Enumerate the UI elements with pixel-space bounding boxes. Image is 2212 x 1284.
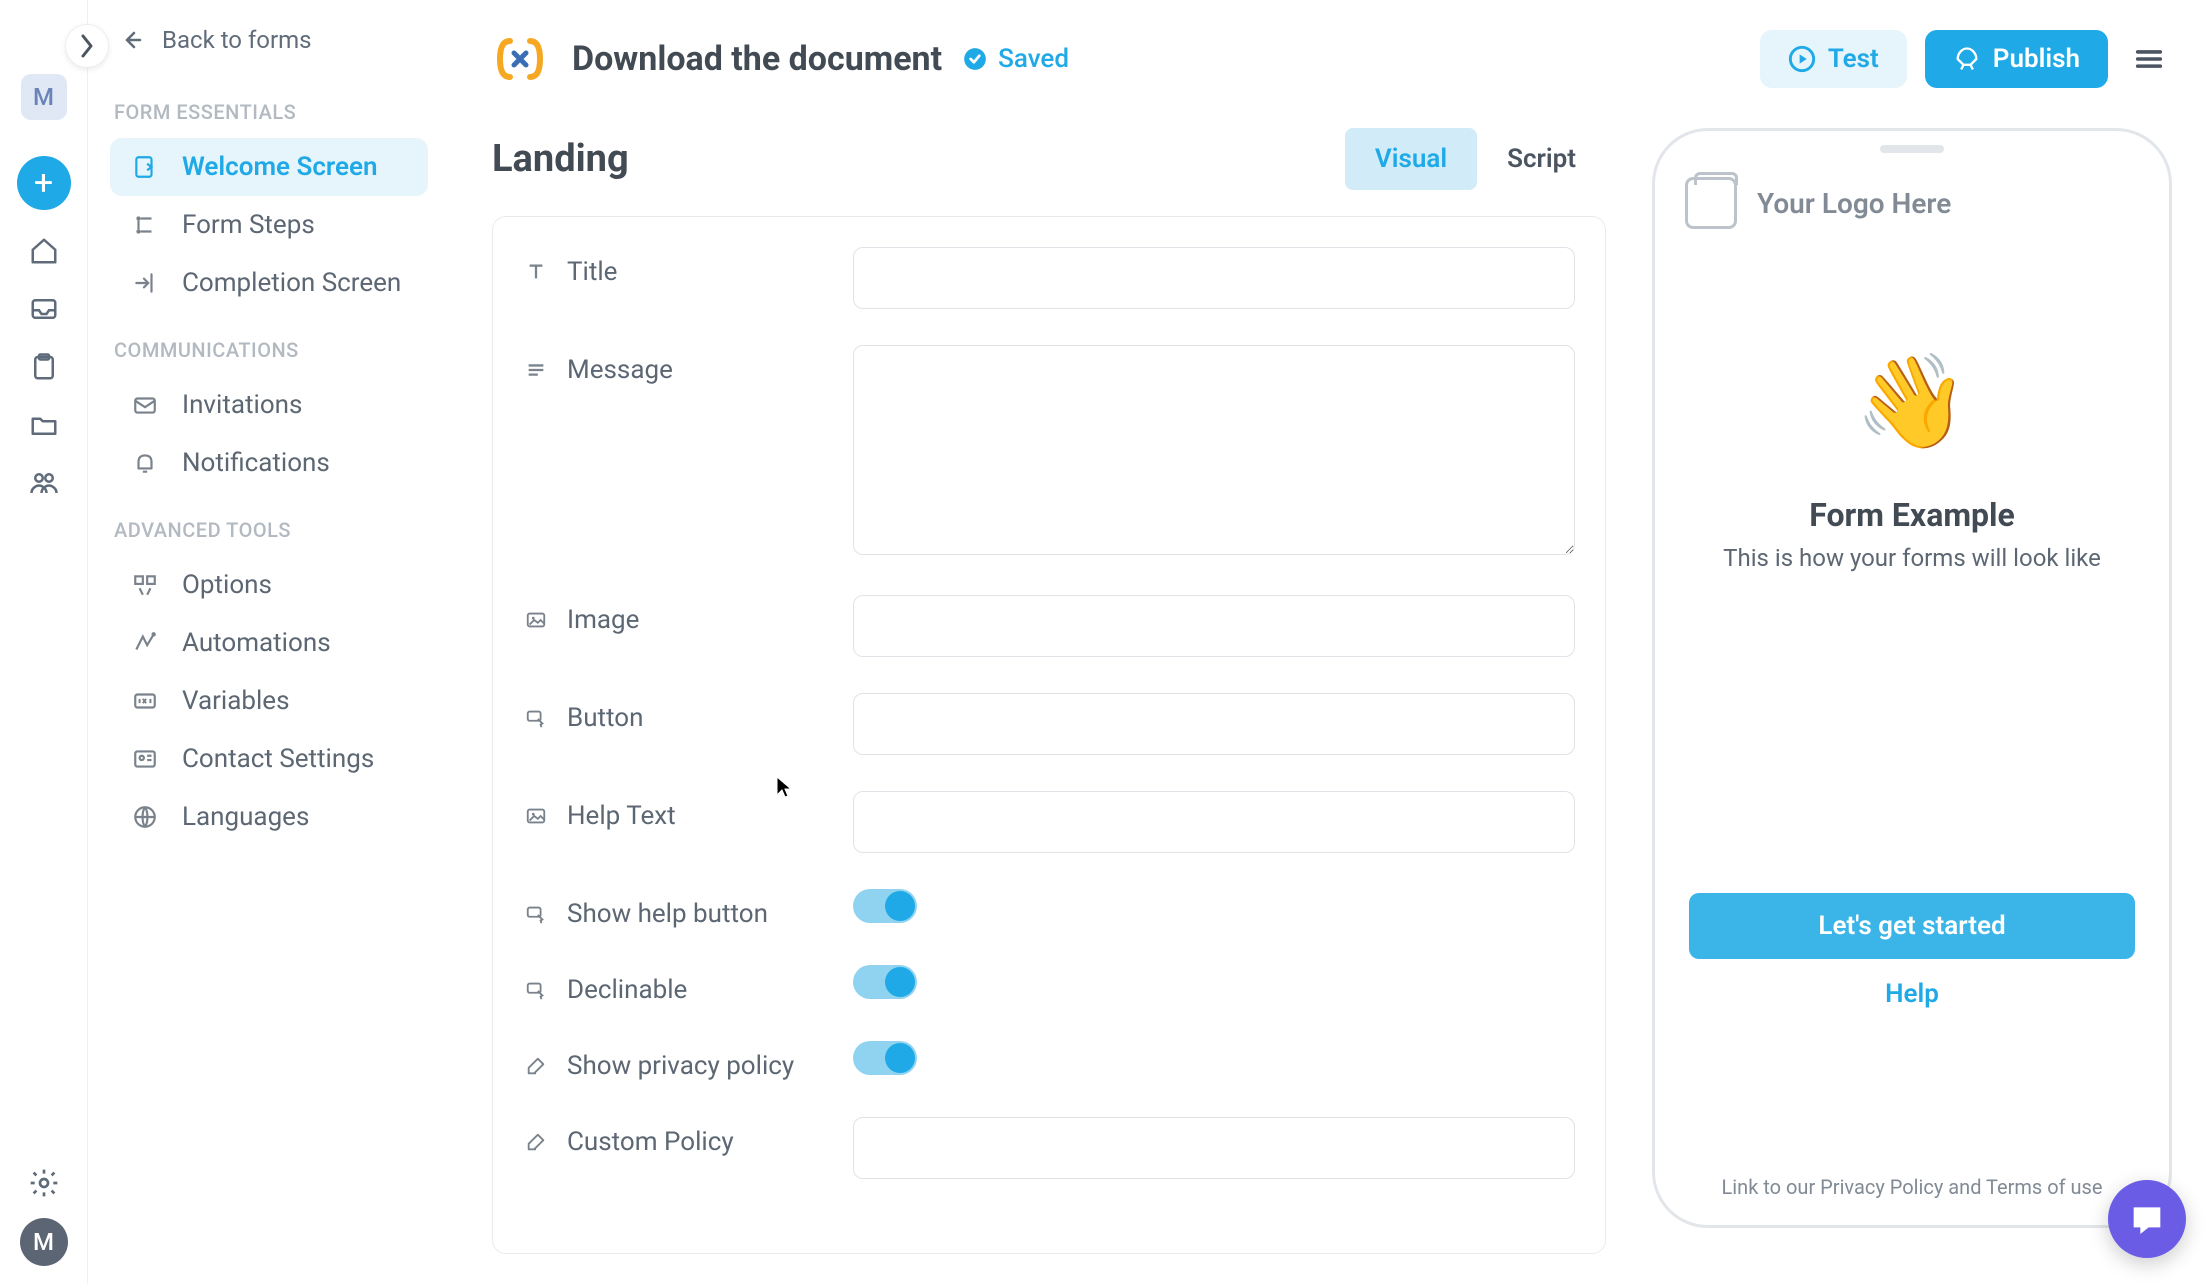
users-icon[interactable] <box>27 466 61 500</box>
chat-bubble-button[interactable] <box>2108 1180 2186 1258</box>
topbar: Download the document Saved Test Publish <box>448 0 2212 108</box>
workspace-avatar[interactable]: M <box>21 74 67 120</box>
options-icon <box>130 570 160 600</box>
field-label-show-help: Show help button <box>523 889 853 929</box>
logo-placeholder-icon <box>1685 177 1737 229</box>
section-title: ADVANCED TOOLS <box>114 518 428 542</box>
tab-visual[interactable]: Visual <box>1345 128 1477 190</box>
left-rail: M + M <box>0 0 88 1284</box>
check-circle-icon <box>962 46 988 72</box>
preview-help-link[interactable]: Help <box>1685 979 2139 1009</box>
declinable-toggle[interactable] <box>853 965 917 999</box>
image-input[interactable] <box>853 595 1575 657</box>
document-title: Download the document <box>572 39 942 79</box>
bell-icon <box>130 448 160 478</box>
completion-icon <box>130 268 160 298</box>
sidebar-item-form-steps[interactable]: Form Steps <box>110 196 428 254</box>
button-icon <box>523 977 549 1003</box>
expand-rail-button[interactable] <box>65 24 109 68</box>
field-label-help-text: Help Text <box>523 791 853 831</box>
field-label-button: Button <box>523 693 853 733</box>
play-circle-icon <box>1788 45 1816 73</box>
sidebar-item-variables[interactable]: Variables <box>110 672 428 730</box>
app-logo <box>492 31 548 87</box>
message-input[interactable] <box>853 345 1575 555</box>
sidebar-item-contact-settings[interactable]: Contact Settings <box>110 730 428 788</box>
folder-icon[interactable] <box>27 408 61 442</box>
image-icon <box>523 607 549 633</box>
sidebar-item-invitations[interactable]: Invitations <box>110 376 428 434</box>
chat-icon <box>2127 1199 2167 1239</box>
field-label-title: Title <box>523 247 853 287</box>
button-icon <box>523 705 549 731</box>
rocket-icon <box>1953 45 1981 73</box>
button-icon <box>523 901 549 927</box>
field-label-image: Image <box>523 595 853 635</box>
preview-title: Form Example <box>1685 496 2139 534</box>
show-help-toggle[interactable] <box>853 889 917 923</box>
inbox-icon[interactable] <box>27 292 61 326</box>
field-label-custom-policy: Custom Policy <box>523 1117 853 1157</box>
phone-preview: Your Logo Here 👋 Form Example This is ho… <box>1652 128 2172 1228</box>
preview-footer: Link to our Privacy Policy and Terms of … <box>1655 1175 2169 1199</box>
preview-start-button[interactable]: Let's get started <box>1689 893 2135 959</box>
contact-icon <box>130 744 160 774</box>
tab-script[interactable]: Script <box>1477 128 1606 190</box>
sidebar-item-automations[interactable]: Automations <box>110 614 428 672</box>
editor-tabs: Visual Script <box>1345 128 1606 190</box>
field-label-message: Message <box>523 345 853 385</box>
user-avatar[interactable]: M <box>20 1218 68 1266</box>
wave-icon: 👋 <box>1855 349 1970 456</box>
sidebar-item-languages[interactable]: Languages <box>110 788 428 846</box>
hamburger-icon <box>2132 42 2166 76</box>
editor-title: Landing <box>492 137 629 181</box>
arrow-left-icon <box>120 28 144 52</box>
sidebar-item-completion-screen[interactable]: Completion Screen <box>110 254 428 312</box>
menu-button[interactable] <box>2132 42 2166 76</box>
button-input[interactable] <box>853 693 1575 755</box>
clipboard-icon[interactable] <box>27 350 61 384</box>
automation-icon <box>130 628 160 658</box>
settings-icon[interactable] <box>27 1166 61 1200</box>
home-icon[interactable] <box>27 234 61 268</box>
back-to-forms-link[interactable]: Back to forms <box>110 26 428 54</box>
globe-icon <box>130 802 160 832</box>
steps-icon <box>130 210 160 240</box>
envelope-icon <box>130 390 160 420</box>
test-button[interactable]: Test <box>1760 30 1907 88</box>
sidebar: Back to forms FORM ESSENTIALS Welcome Sc… <box>88 0 448 1284</box>
text-icon <box>523 259 549 285</box>
editor-panel: Title Message Imag <box>492 216 1606 1254</box>
show-privacy-toggle[interactable] <box>853 1041 917 1075</box>
welcome-icon <box>130 152 160 182</box>
section-title: COMMUNICATIONS <box>114 338 428 362</box>
title-input[interactable] <box>853 247 1575 309</box>
sidebar-item-welcome-screen[interactable]: Welcome Screen <box>110 138 428 196</box>
main-content: Download the document Saved Test Publish <box>448 0 2212 1284</box>
custom-policy-input[interactable] <box>853 1117 1575 1179</box>
section-title: FORM ESSENTIALS <box>114 100 428 124</box>
image-icon <box>523 803 549 829</box>
add-button[interactable]: + <box>17 156 71 210</box>
preview-subtitle: This is how your forms will look like <box>1685 544 2139 572</box>
saved-indicator: Saved <box>962 44 1069 74</box>
field-label-show-privacy: Show privacy policy <box>523 1041 853 1081</box>
preview-logo-text: Your Logo Here <box>1757 187 1951 220</box>
field-label-declinable: Declinable <box>523 965 853 1005</box>
variables-icon <box>130 686 160 716</box>
lines-icon <box>523 357 549 383</box>
edit-icon <box>523 1129 549 1155</box>
publish-button[interactable]: Publish <box>1925 30 2108 88</box>
edit-icon <box>523 1053 549 1079</box>
sidebar-item-notifications[interactable]: Notifications <box>110 434 428 492</box>
help-text-input[interactable] <box>853 791 1575 853</box>
sidebar-item-options[interactable]: Options <box>110 556 428 614</box>
